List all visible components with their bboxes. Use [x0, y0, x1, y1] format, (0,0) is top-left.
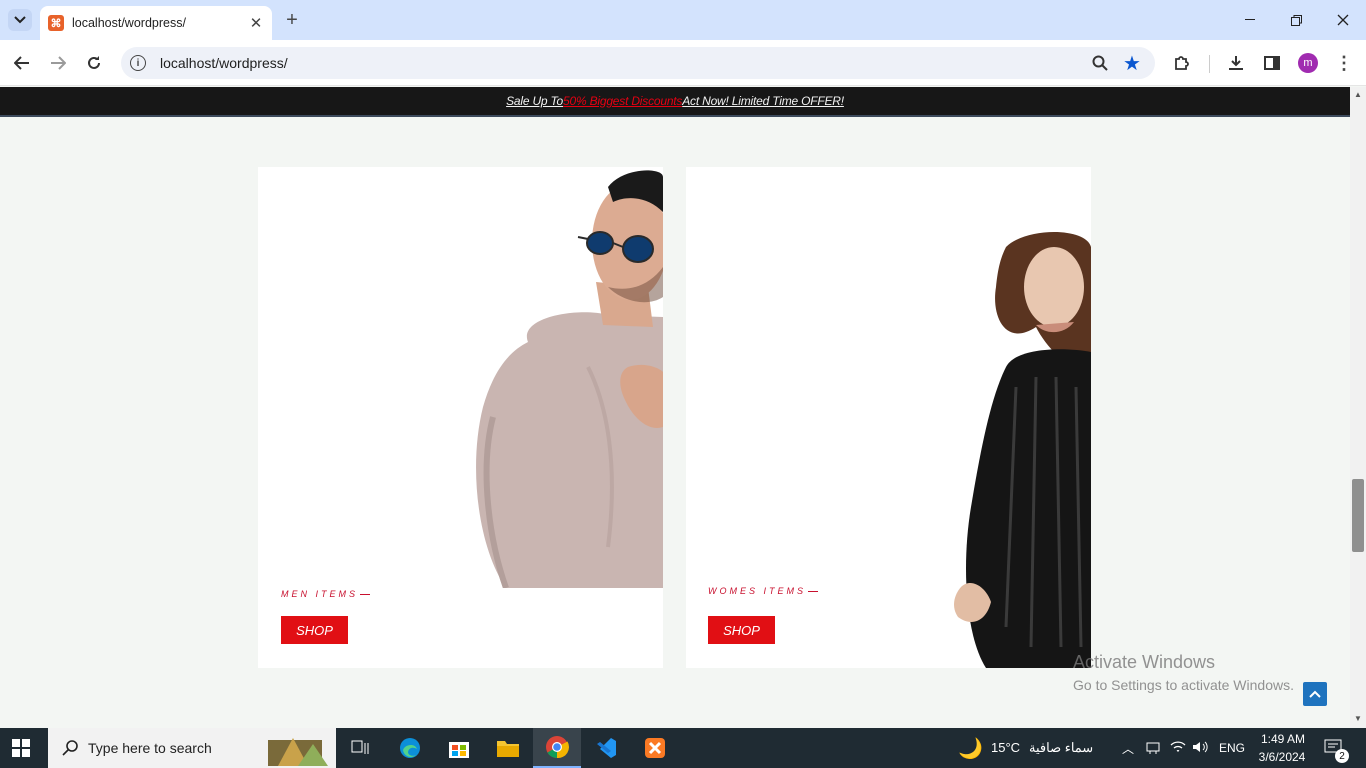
side-panel-icon[interactable] — [1262, 53, 1282, 73]
back-arrow-icon[interactable] — [12, 53, 32, 73]
wifi-icon[interactable] — [1170, 740, 1186, 759]
promo-suffix[interactable]: Act Now! Limited Time OFFER! — [682, 94, 844, 108]
search-highlight-image — [268, 738, 328, 766]
promo-prefix[interactable]: Sale Up To — [506, 94, 563, 108]
xampp-icon[interactable] — [631, 728, 679, 768]
edge-browser-icon[interactable] — [386, 728, 434, 768]
women-items-card: WOMES ITEMS SHOP — [686, 167, 1091, 668]
bookmark-star-icon[interactable]: ★ — [1121, 52, 1143, 75]
close-tab-icon[interactable]: ✕ — [248, 14, 264, 32]
page-viewport: Sale Up To 50% Biggest Discounts Act Now… — [0, 87, 1350, 728]
url-text[interactable]: localhost/wordpress/ — [160, 55, 1155, 71]
minimize-window-icon[interactable] — [1240, 10, 1260, 30]
taskbar-search-box[interactable]: Type here to search — [48, 728, 336, 768]
weather-temperature[interactable]: 15°C — [991, 740, 1020, 755]
menu-kebab-icon[interactable]: ⋮ — [1334, 53, 1354, 73]
tab-title: localhost/wordpress/ — [72, 16, 186, 30]
search-icon — [62, 740, 78, 756]
page-scrollbar[interactable] — [1350, 87, 1366, 728]
browser-tab[interactable]: ⌘ localhost/wordpress/ ✕ — [40, 6, 272, 40]
input-language[interactable]: ENG — [1219, 741, 1245, 755]
download-icon[interactable] — [1226, 53, 1246, 73]
chevron-up-icon — [1309, 690, 1321, 698]
men-shop-button[interactable]: SHOP — [281, 616, 348, 644]
close-window-icon[interactable] — [1333, 10, 1353, 30]
toolbar-divider — [1209, 55, 1210, 73]
weather-description[interactable]: سماء صافية — [1029, 740, 1093, 756]
vscode-icon[interactable] — [582, 728, 630, 768]
men-model-image — [476, 170, 663, 588]
scroll-down-arrow-icon[interactable]: ▼ — [1353, 714, 1363, 724]
network-adapter-icon[interactable] — [1145, 740, 1161, 759]
taskbar-search-placeholder[interactable]: Type here to search — [88, 740, 212, 756]
microsoft-store-icon[interactable] — [435, 728, 483, 768]
extensions-puzzle-icon[interactable] — [1172, 53, 1192, 73]
promo-banner[interactable]: Sale Up To 50% Biggest Discounts Act Now… — [0, 87, 1350, 117]
women-model-image — [954, 232, 1091, 668]
reload-icon[interactable] — [84, 53, 104, 73]
new-tab-icon[interactable]: + — [282, 9, 302, 31]
volume-icon[interactable] — [1192, 740, 1208, 759]
tab-search-icon[interactable] — [8, 9, 32, 31]
address-bar[interactable]: i localhost/wordpress/ — [121, 47, 1155, 79]
forward-arrow-icon[interactable] — [48, 53, 68, 73]
clock-date[interactable]: 3/6/2024 — [1252, 750, 1312, 764]
women-shop-button[interactable]: SHOP — [708, 616, 775, 644]
activate-windows-title: Activate Windows — [1073, 652, 1216, 672]
file-explorer-icon[interactable] — [484, 728, 532, 768]
promo-highlight[interactable]: 50% Biggest Discounts — [563, 94, 682, 108]
scroll-up-arrow-icon[interactable]: ▲ — [1353, 90, 1363, 100]
windows-start-icon[interactable] — [12, 739, 30, 762]
xampp-favicon-icon: ⌘ — [48, 15, 64, 31]
zoom-icon[interactable] — [1090, 53, 1110, 73]
women-items-label: WOMES ITEMS — [708, 586, 818, 596]
task-view-icon[interactable] — [336, 728, 384, 768]
show-hidden-icons-chevron-icon[interactable]: ︿ — [1122, 740, 1134, 757]
restore-window-icon[interactable] — [1286, 10, 1306, 30]
activate-windows-subtitle: Go to Settings to activate Windows. — [1073, 677, 1294, 693]
chrome-taskbar-icon[interactable] — [533, 728, 581, 768]
scrollbar-thumb[interactable] — [1352, 479, 1364, 552]
profile-avatar[interactable]: m — [1298, 53, 1318, 73]
back-to-top-button[interactable] — [1303, 682, 1327, 706]
site-info-icon[interactable]: i — [130, 55, 146, 71]
clock-time[interactable]: 1:49 AM — [1258, 732, 1308, 746]
weather-moon-icon[interactable]: 🌙 — [958, 736, 983, 761]
men-items-label: MEN ITEMS — [281, 589, 370, 599]
notification-count-badge: 2 — [1335, 749, 1349, 763]
men-items-card: MEN ITEMS SHOP — [258, 167, 663, 668]
